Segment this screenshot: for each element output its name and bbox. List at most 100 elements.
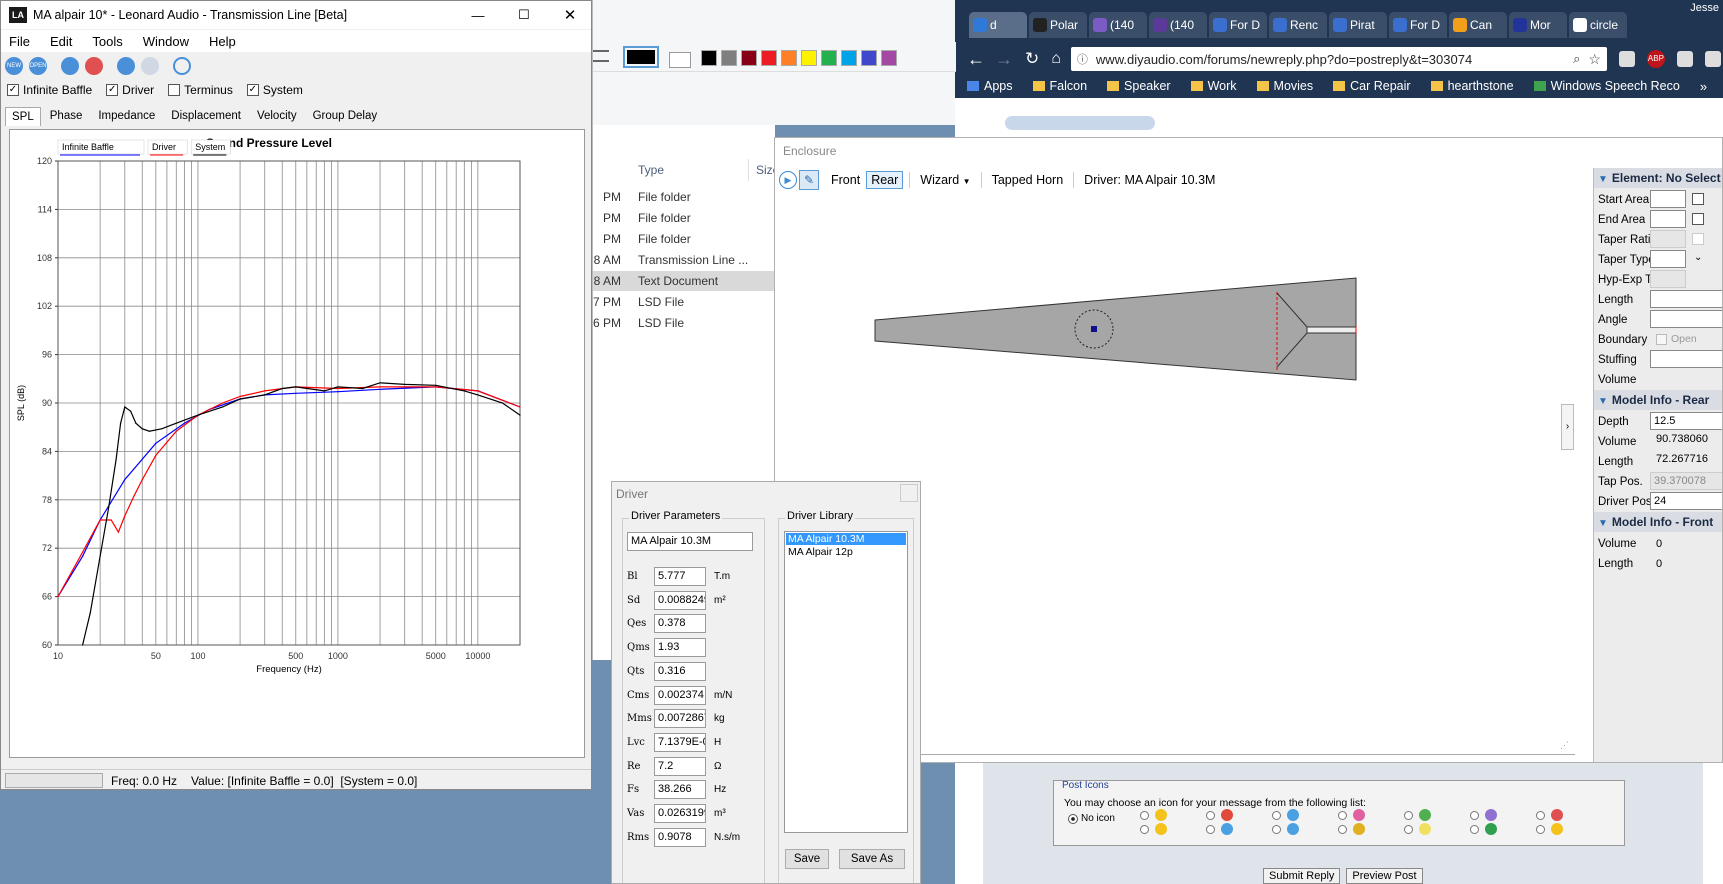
- post-icon-option[interactable]: [1470, 809, 1497, 821]
- explorer-row[interactable]: 8 AM Transmission Line ...: [593, 250, 776, 270]
- browser-tab[interactable]: (140: [1149, 12, 1207, 38]
- prop-field[interactable]: 24: [1650, 492, 1722, 510]
- browser-tab[interactable]: d: [969, 12, 1027, 38]
- param-field-re[interactable]: 7.2: [654, 756, 706, 776]
- radio-icon[interactable]: [1140, 824, 1149, 834]
- play-icon[interactable]: ▶: [779, 171, 797, 189]
- checkbox-checked-icon[interactable]: ✓: [106, 84, 119, 96]
- browser-tab[interactable]: Pirat: [1329, 12, 1387, 38]
- palette-swatch[interactable]: [741, 50, 757, 66]
- tab-impedance[interactable]: Impedance: [91, 106, 162, 126]
- post-icon-option[interactable]: [1272, 823, 1299, 835]
- bookmark-apps[interactable]: Apps: [967, 79, 1013, 93]
- menu-file[interactable]: File: [9, 34, 30, 49]
- palette-swatch[interactable]: [801, 50, 817, 66]
- driver-name-field[interactable]: MA Alpair 10.3M: [627, 532, 753, 551]
- menu-help[interactable]: Help: [209, 34, 236, 49]
- bookmark-movies[interactable]: Movies: [1256, 79, 1313, 93]
- radio-icon[interactable]: [1206, 810, 1215, 820]
- forward-icon[interactable]: →: [995, 49, 1013, 70]
- model-info-front-header[interactable]: ▼ Model Info - Front: [1594, 512, 1722, 532]
- post-icon-option[interactable]: [1404, 809, 1431, 821]
- menu-edit[interactable]: Edit: [50, 34, 72, 49]
- legend-item-system[interactable]: System: [195, 142, 225, 152]
- explorer-row[interactable]: 6 PM LSD File: [593, 313, 776, 333]
- open-icon[interactable]: OPEN: [29, 57, 47, 75]
- submit-reply-button[interactable]: Submit Reply: [1263, 868, 1341, 884]
- search-icon[interactable]: ⌕: [1573, 51, 1580, 67]
- tab-displacement[interactable]: Displacement: [164, 106, 248, 126]
- element-header[interactable]: ▼ Element: No Select: [1594, 168, 1722, 188]
- param-field-qms[interactable]: 1.93: [654, 638, 706, 658]
- param-field-lvc[interactable]: 7.1379E-0!: [654, 732, 706, 752]
- preview-post-button[interactable]: Preview Post: [1346, 868, 1423, 884]
- more-bookmarks-icon[interactable]: »: [1700, 79, 1707, 94]
- browser-tab[interactable]: circle: [1569, 12, 1627, 38]
- radio-icon[interactable]: [1404, 824, 1413, 834]
- browser-tab[interactable]: Renc: [1269, 12, 1327, 38]
- checkbox-empty-icon[interactable]: [1656, 333, 1667, 345]
- explorer-row[interactable]: PM File folder: [593, 208, 776, 228]
- browser-tab[interactable]: Can: [1449, 12, 1507, 38]
- prop-field[interactable]: 12.5: [1650, 412, 1722, 430]
- chevron-down-icon[interactable]: ⌄: [1694, 252, 1702, 263]
- checkbox-empty-icon[interactable]: [1692, 213, 1704, 225]
- checkbox-checked-icon[interactable]: ✓: [246, 84, 259, 96]
- radio-icon[interactable]: [1404, 810, 1413, 820]
- param-field-vas[interactable]: 0.0263199: [654, 804, 706, 823]
- param-field-qts[interactable]: 0.316: [654, 661, 706, 681]
- browser-tab[interactable]: Mor: [1509, 12, 1567, 38]
- prop-field[interactable]: [1650, 290, 1722, 308]
- color2-swatch[interactable]: [669, 52, 691, 68]
- tab-spl[interactable]: SPL: [5, 106, 41, 126]
- driver-library-list[interactable]: MA Alpair 10.3M MA Alpair 12p: [784, 531, 908, 833]
- param-field-sd[interactable]: 0.0088249: [654, 590, 706, 610]
- browser-tab[interactable]: For D: [1209, 12, 1267, 38]
- collapse-triangle-icon[interactable]: ▼: [1598, 174, 1608, 185]
- palette-swatch[interactable]: [861, 50, 877, 66]
- bookmark-falcon[interactable]: Falcon: [1032, 79, 1087, 93]
- prop-field[interactable]: [1650, 210, 1686, 228]
- collapse-triangle-icon[interactable]: ▼: [1598, 518, 1608, 529]
- new-icon[interactable]: NEW: [5, 57, 23, 75]
- boundary-open-checkbox[interactable]: Open: [1656, 333, 1697, 345]
- adblock-icon[interactable]: ABP: [1646, 50, 1665, 68]
- checkbox-driver[interactable]: ✓ Driver: [106, 83, 154, 97]
- radio-icon[interactable]: [1140, 810, 1149, 820]
- checkbox-checked-icon[interactable]: ✓: [7, 84, 19, 96]
- browser-tab[interactable]: For D: [1389, 12, 1447, 38]
- palette-swatch[interactable]: [761, 50, 777, 66]
- post-icon-option[interactable]: [1272, 809, 1299, 821]
- model-info-rear-header[interactable]: ▼ Model Info - Rear: [1594, 390, 1722, 410]
- checkbox-system[interactable]: ✓ System: [246, 83, 303, 97]
- palette-swatch[interactable]: [781, 50, 797, 66]
- param-field-qes[interactable]: 0.378: [654, 614, 706, 634]
- explorer-row[interactable]: PM File folder: [593, 187, 776, 207]
- save-button[interactable]: Save: [785, 849, 829, 869]
- param-field-cms[interactable]: 0.002374: [654, 685, 706, 705]
- play-icon[interactable]: [173, 57, 191, 75]
- no-icon-option[interactable]: No icon: [1068, 813, 1115, 824]
- post-icon-option[interactable]: [1140, 809, 1167, 821]
- library-item[interactable]: MA Alpair 12p: [786, 546, 906, 558]
- back-icon[interactable]: ←: [967, 49, 985, 70]
- legend-item-driver[interactable]: Driver: [152, 142, 176, 152]
- palette-swatch[interactable]: [841, 50, 857, 66]
- maximize-icon[interactable]: ☐: [501, 7, 547, 23]
- bookmark-car-repair[interactable]: Car Repair: [1333, 79, 1411, 93]
- wrench-icon[interactable]: ✎: [799, 170, 819, 190]
- next-icon[interactable]: [141, 57, 159, 75]
- stop-icon[interactable]: [85, 57, 103, 75]
- checkbox-terminus[interactable]: Terminus: [168, 83, 233, 97]
- browser-tab[interactable]: (140: [1089, 12, 1147, 38]
- extension-icon[interactable]: [1704, 51, 1721, 67]
- menu-window[interactable]: Window: [143, 34, 189, 49]
- hamburger-icon[interactable]: [593, 50, 609, 62]
- explorer-row[interactable]: 8 AM Text Document: [593, 271, 776, 291]
- prop-field[interactable]: [1650, 350, 1722, 368]
- bookmark-speaker[interactable]: Speaker: [1107, 79, 1171, 93]
- checkbox-empty-icon[interactable]: [1692, 233, 1704, 245]
- library-item[interactable]: MA Alpair 10.3M: [786, 533, 906, 545]
- explorer-row[interactable]: 7 PM LSD File: [593, 292, 776, 312]
- param-field-mms[interactable]: 0.0072867: [654, 709, 706, 729]
